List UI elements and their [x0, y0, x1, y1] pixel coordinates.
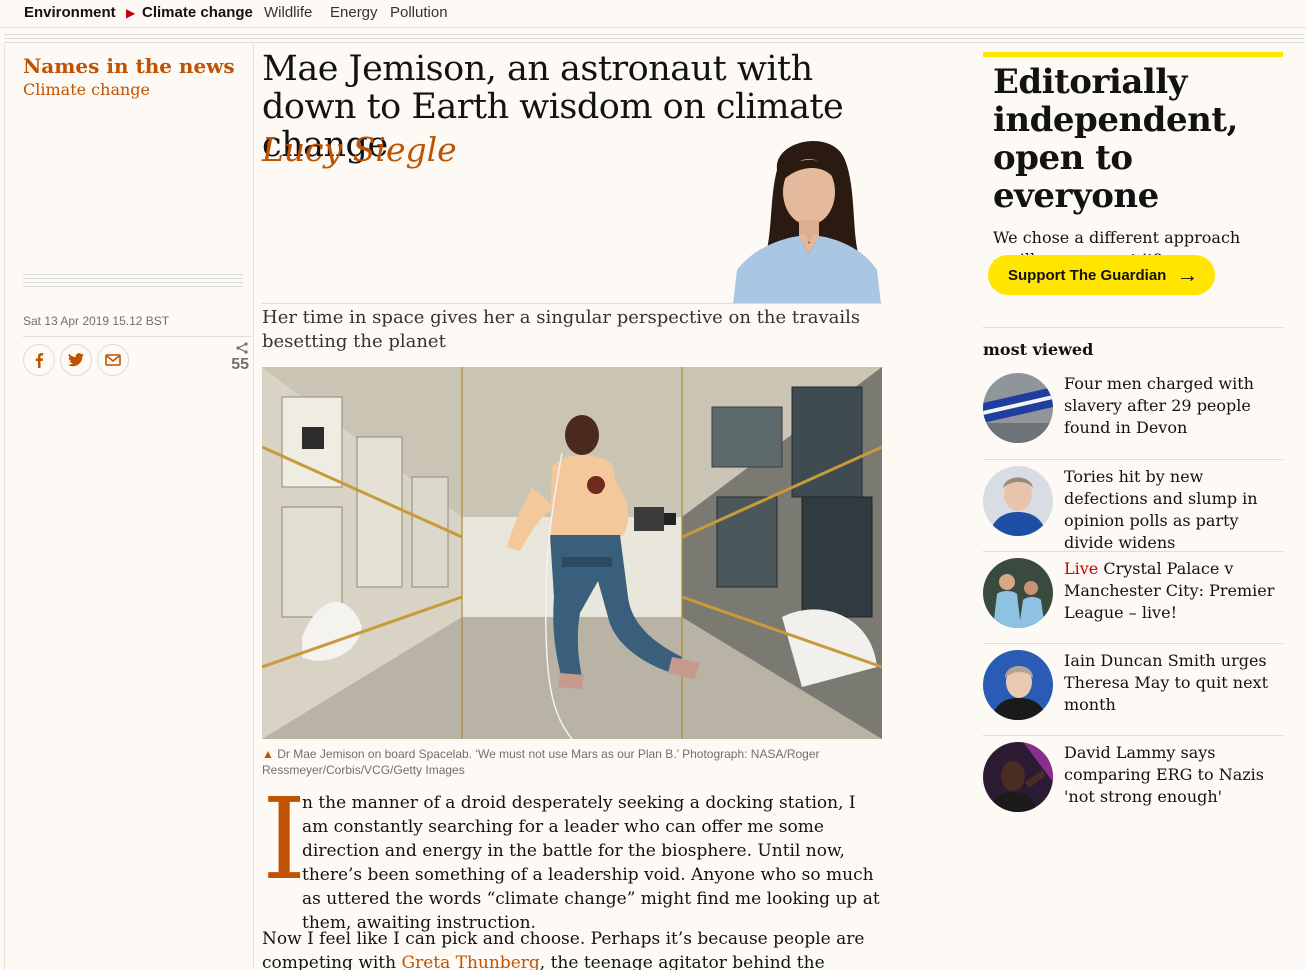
live-badge: Live	[1064, 559, 1099, 578]
meta-rule	[23, 336, 251, 337]
most-viewed-thumbnail	[983, 373, 1053, 443]
publish-date: Sat 13 Apr 2019 15.12 BST	[23, 314, 170, 328]
share-icon	[236, 342, 248, 354]
most-viewed-headline: Live Crystal Palace v Manchester City: P…	[1064, 558, 1284, 624]
greta-thunberg-link[interactable]: Greta Thunberg	[402, 953, 540, 970]
nav-environment[interactable]: Environment	[24, 4, 116, 21]
body-paragraph-1: n the manner of a droid desperately seek…	[262, 791, 884, 935]
most-viewed-item[interactable]: Live Crystal Palace v Manchester City: P…	[983, 551, 1283, 643]
nav-active-arrow-icon: ▶	[126, 6, 136, 20]
most-viewed-headline: Tories hit by new defections and slump i…	[1064, 467, 1258, 552]
caption-text: Dr Mae Jemison on board Spacelab. ‘We mu…	[262, 747, 820, 777]
most-viewed-item[interactable]: Tories hit by new defections and slump i…	[983, 459, 1283, 552]
support-banner: Editorially independent, open to everyon…	[983, 52, 1283, 295]
share-facebook-button[interactable]	[23, 344, 55, 376]
support-heading: Editorially independent, open to everyon…	[993, 62, 1238, 216]
most-viewed-title: most viewed	[983, 340, 1094, 359]
most-viewed-item[interactable]: Four men charged with slavery after 29 p…	[983, 367, 1283, 459]
nav-climate-change[interactable]: Climate change	[142, 4, 253, 21]
body-paragraph-2: Now I feel like I can pick and choose. P…	[262, 927, 884, 970]
author-photo	[733, 130, 881, 304]
share-email-button[interactable]	[97, 344, 129, 376]
meta-divider	[23, 274, 243, 288]
section-label[interactable]: Climate change	[23, 80, 150, 99]
article-standfirst: Her time in space gives her a singular p…	[262, 307, 861, 352]
most-viewed-thumbnail	[983, 558, 1053, 628]
nav-wildlife[interactable]: Wildlife	[264, 4, 312, 21]
most-viewed-thumbnail	[983, 466, 1053, 536]
main-article-image[interactable]	[262, 367, 882, 739]
series-label[interactable]: Names in the news	[23, 54, 235, 78]
support-the-guardian-button[interactable]: Support The Guardian →	[988, 255, 1215, 295]
standfirst-divider	[262, 303, 882, 304]
author-byline[interactable]: Lucy Siegle	[262, 130, 457, 169]
most-viewed-thumbnail	[983, 742, 1053, 812]
most-viewed-thumbnail	[983, 650, 1053, 720]
most-viewed-headline: Four men charged with slavery after 29 p…	[1064, 374, 1254, 437]
most-viewed-headline: Iain Duncan Smith urges Theresa May to q…	[1064, 651, 1268, 714]
nav-energy[interactable]: Energy	[330, 4, 378, 21]
share-count: 55	[223, 342, 249, 374]
sub-navigation: Environment ▶ Climate change Wildlife En…	[0, 0, 1306, 28]
caption-triangle-icon: ▲	[262, 747, 274, 761]
arrow-right-icon: →	[1176, 262, 1199, 287]
most-viewed-divider	[983, 327, 1283, 328]
share-count-number: 55	[231, 356, 249, 373]
paragraph-1-text: n the manner of a droid desperately seek…	[302, 793, 880, 933]
nav-pollution[interactable]: Pollution	[390, 4, 448, 21]
most-viewed-item[interactable]: David Lammy says comparing ERG to Nazis …	[983, 735, 1283, 827]
header-divider	[4, 34, 1304, 43]
image-caption: ▲ Dr Mae Jemison on board Spacelab. ‘We …	[262, 746, 862, 778]
share-twitter-button[interactable]	[60, 344, 92, 376]
article-meta-column: Names in the news Climate change Sat 13 …	[4, 44, 254, 970]
most-viewed-item[interactable]: Iain Duncan Smith urges Theresa May to q…	[983, 643, 1283, 735]
twitter-icon	[68, 353, 84, 367]
email-icon	[105, 354, 121, 366]
support-button-label: Support The Guardian	[1008, 266, 1167, 284]
facebook-icon	[35, 353, 44, 368]
most-viewed-headline: David Lammy says comparing ERG to Nazis …	[1064, 743, 1264, 806]
